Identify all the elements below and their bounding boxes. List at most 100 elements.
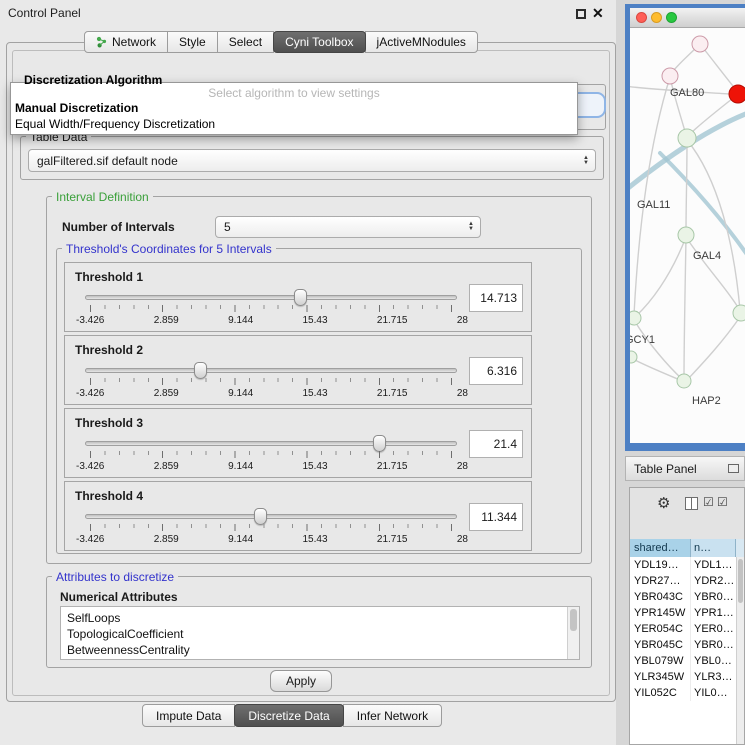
tab-impute-data[interactable]: Impute Data — [142, 704, 235, 727]
table-row[interactable]: YBR043CYBR0… — [630, 589, 736, 605]
table-row[interactable]: YDL19…YDL1… — [630, 557, 736, 573]
node-label[interactable]: GAL11 — [637, 199, 670, 211]
select-all-checkbox-icon[interactable]: ☑ — [703, 495, 714, 509]
table-cell[interactable]: YLR345W — [630, 669, 691, 685]
scrollbar-thumb[interactable] — [738, 559, 743, 603]
apply-button[interactable]: Apply — [270, 670, 332, 692]
threshold-value-field[interactable]: 11.344 — [469, 503, 523, 531]
network-node[interactable] — [678, 227, 694, 243]
column-header-name[interactable]: n… — [691, 539, 736, 557]
tick-scale: -3.4262.8599.14415.4321.71528 — [76, 388, 468, 399]
number-of-intervals-combobox[interactable]: 5 ▲ ▼ — [215, 216, 481, 238]
tab-discretize-data[interactable]: Discretize Data — [234, 704, 343, 727]
float-window-icon[interactable] — [728, 464, 739, 473]
threshold-slider[interactable]: -3.4262.8599.14415.4321.71528 — [85, 507, 457, 549]
node-label[interactable]: GCY1 — [630, 334, 655, 346]
network-window-titlebar[interactable] — [630, 8, 745, 28]
table-data-combobox[interactable]: galFiltered.sif default node ▲ ▼ — [28, 149, 596, 172]
threshold-value-field[interactable]: 21.4 — [469, 430, 523, 458]
threshold-slider[interactable]: -3.4262.8599.14415.4321.71528 — [85, 361, 457, 403]
numerical-attributes-label: Numerical Attributes — [60, 590, 178, 604]
network-node[interactable] — [662, 68, 678, 84]
slider-track[interactable] — [85, 368, 457, 373]
table-row[interactable]: YLR345WYLR3… — [630, 669, 736, 685]
close-button[interactable] — [636, 12, 647, 23]
network-node[interactable] — [630, 351, 637, 363]
network-node[interactable] — [692, 36, 708, 52]
numerical-attributes-list[interactable]: SelfLoopsTopologicalCoefficientBetweenne… — [60, 606, 580, 660]
table-cell[interactable]: YBR0… — [691, 589, 735, 605]
table-cell[interactable]: YIL052C — [630, 685, 691, 701]
tab-jactivemnodules[interactable]: jActiveMNodules — [365, 31, 478, 53]
tab-style[interactable]: Style — [167, 31, 218, 53]
table-cell[interactable]: YPR145W — [630, 605, 691, 621]
table-cell[interactable]: YBL0… — [691, 653, 735, 669]
table-cell[interactable]: YDL19… — [630, 557, 691, 573]
slider-thumb[interactable] — [194, 362, 207, 379]
table-cell[interactable]: YDR27… — [630, 573, 691, 589]
threshold-label: Threshold 3 — [75, 416, 143, 430]
threshold-value-field[interactable]: 14.713 — [469, 284, 523, 312]
dropdown-item-manual-discretization[interactable]: Manual Discretization — [11, 100, 577, 116]
table-row[interactable]: YER054CYER0… — [630, 621, 736, 637]
node-label[interactable]: GAL4 — [693, 250, 721, 262]
slider-track[interactable] — [85, 441, 457, 446]
network-node[interactable] — [677, 374, 691, 388]
threshold-slider[interactable]: -3.4262.8599.14415.4321.71528 — [85, 434, 457, 476]
table-cell[interactable]: YDR2… — [691, 573, 735, 589]
table-row[interactable]: YIL052CYIL0… — [630, 685, 736, 701]
close-icon[interactable]: ✕ — [592, 5, 604, 22]
select-none-checkbox-icon[interactable]: ☑ — [717, 495, 728, 509]
list-scrollbar[interactable] — [567, 607, 579, 659]
tab-network[interactable]: Network — [84, 31, 168, 53]
slider-thumb[interactable] — [254, 508, 267, 525]
table-cell[interactable]: YBR045C — [630, 637, 691, 653]
network-node[interactable] — [630, 311, 641, 325]
table-row[interactable]: YBR045CYBR0… — [630, 637, 736, 653]
table-cell[interactable]: YBR0… — [691, 637, 735, 653]
network-node[interactable] — [678, 129, 696, 147]
dropdown-item-equal-width-frequency[interactable]: Equal Width/Frequency Discretization — [11, 116, 577, 132]
node-label[interactable]: HAP2 — [692, 395, 721, 407]
table-panel-title: Table Panel — [634, 462, 697, 476]
minimize-button[interactable] — [651, 12, 662, 23]
float-icon[interactable] — [576, 9, 586, 19]
zoom-button[interactable] — [666, 12, 677, 23]
gear-icon[interactable]: ⚙ — [657, 494, 670, 512]
tab-cyni-toolbox[interactable]: Cyni Toolbox — [273, 31, 365, 53]
slider-thumb[interactable] — [373, 435, 386, 452]
slider-thumb[interactable] — [294, 289, 307, 306]
stepper-icon[interactable]: ▲ ▼ — [583, 156, 589, 166]
table-cell[interactable]: YBL079W — [630, 653, 691, 669]
tab-select[interactable]: Select — [217, 31, 274, 53]
table-cell[interactable]: YIL0… — [691, 685, 735, 701]
table-cell[interactable]: YDL1… — [691, 557, 735, 573]
table-cell[interactable]: YER0… — [691, 621, 735, 637]
tab-infer-network[interactable]: Infer Network — [343, 704, 442, 727]
slider-track[interactable] — [85, 295, 457, 300]
table-scrollbar[interactable] — [736, 557, 744, 744]
network-node[interactable] — [729, 85, 745, 103]
table-cell[interactable]: YER054C — [630, 621, 691, 637]
table-row[interactable]: YBL079WYBL0… — [630, 653, 736, 669]
scale-label: 28 — [457, 388, 468, 399]
column-header-shared-name[interactable]: shared… — [630, 539, 691, 557]
columns-icon[interactable] — [685, 497, 698, 510]
node-label[interactable]: GAL80 — [670, 87, 704, 99]
table-cell[interactable]: YLR3… — [691, 669, 735, 685]
network-node[interactable] — [733, 305, 745, 321]
list-item[interactable]: SelfLoops — [67, 610, 579, 626]
scrollbar-thumb[interactable] — [570, 609, 577, 631]
table-cell[interactable]: YPR1… — [691, 605, 735, 621]
table-panel-window: ⚙ ☑ ☑ shared… n… YDL19…YDL1…YDR27…YDR2…Y… — [629, 487, 745, 745]
list-item[interactable]: TopologicalCoefficient — [67, 626, 579, 642]
table-row[interactable]: YPR145WYPR1… — [630, 605, 736, 621]
network-canvas[interactable]: GAL80 GAL11 GAL4 GCY1 HAP2 — [630, 28, 745, 443]
threshold-value-field[interactable]: 6.316 — [469, 357, 523, 385]
table-cell[interactable]: YBR043C — [630, 589, 691, 605]
list-item[interactable]: BetweennessCentrality — [67, 642, 579, 658]
slider-track[interactable] — [85, 514, 457, 519]
table-row[interactable]: YDR27…YDR2… — [630, 573, 736, 589]
stepper-icon[interactable]: ▲ ▼ — [468, 222, 474, 232]
threshold-slider[interactable]: -3.4262.8599.14415.4321.71528 — [85, 288, 457, 330]
